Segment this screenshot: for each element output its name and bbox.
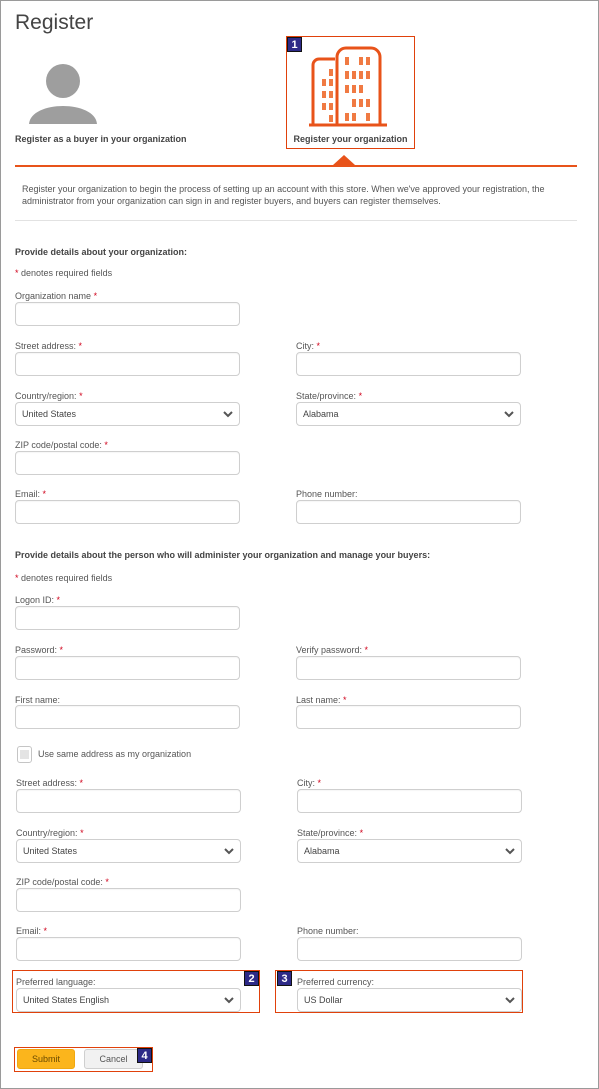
divider	[15, 220, 577, 221]
register-buyer-label: Register as a buyer in your organization	[15, 134, 187, 144]
admin-city-label: City: *	[297, 778, 322, 788]
password-label: Password: *	[15, 645, 64, 655]
admin-city-input[interactable]	[297, 789, 522, 813]
register-organization-option[interactable]: Register your organization	[286, 36, 415, 149]
selected-tab-pointer	[333, 155, 355, 165]
org-zip-input[interactable]	[15, 451, 240, 475]
org-phone-label: Phone number:	[296, 489, 358, 499]
currency-select[interactable]: US Dollar	[297, 988, 522, 1012]
org-phone-input[interactable]	[296, 500, 521, 524]
org-country-value: United States	[22, 409, 77, 419]
admin-country-label: Country/region: *	[16, 828, 84, 838]
logon-id-input[interactable]	[15, 606, 240, 630]
first-name-label: First name:	[15, 695, 61, 705]
chevron-down-icon	[505, 997, 515, 1004]
logon-id-label: Logon ID: *	[15, 595, 61, 605]
org-city-label: City: *	[296, 341, 321, 351]
chevron-down-icon	[505, 848, 515, 855]
org-country-label: Country/region: *	[15, 391, 83, 401]
org-city-input[interactable]	[296, 352, 521, 376]
admin-email-input[interactable]	[16, 937, 241, 961]
first-name-input[interactable]	[15, 705, 240, 729]
password-input[interactable]	[15, 656, 240, 680]
required-note-text: denotes required fields	[21, 268, 113, 278]
admin-country-value: United States	[23, 846, 78, 856]
callout-1: 1	[287, 37, 302, 52]
chevron-down-icon	[224, 997, 234, 1004]
chevron-down-icon	[223, 411, 233, 418]
admin-zip-input[interactable]	[16, 888, 241, 912]
verify-password-input[interactable]	[296, 656, 521, 680]
admin-zip-label: ZIP code/postal code: *	[16, 877, 109, 887]
submit-button[interactable]: Submit	[17, 1049, 75, 1069]
page-title: Register	[15, 11, 94, 34]
required-fields-note: * denotes required fields	[15, 268, 112, 278]
verify-password-label: Verify password: *	[296, 645, 369, 655]
org-email-input[interactable]	[15, 500, 240, 524]
callout-4: 4	[137, 1048, 152, 1063]
intro-text: Register your organization to begin the …	[22, 184, 545, 206]
organization-section-heading: Provide details about your organization:	[15, 247, 188, 257]
chevron-down-icon	[224, 848, 234, 855]
cancel-button[interactable]: Cancel	[84, 1049, 143, 1069]
admin-street-label: Street address: *	[16, 778, 84, 788]
org-state-value: Alabama	[303, 409, 339, 419]
language-label: Preferred language:	[16, 977, 96, 987]
org-name-label: Organization name *	[15, 291, 98, 301]
admin-email-label: Email: *	[16, 926, 48, 936]
last-name-label: Last name: *	[296, 695, 347, 705]
admin-phone-label: Phone number:	[297, 926, 359, 936]
org-state-label: State/province: *	[296, 391, 363, 401]
currency-label: Preferred currency:	[297, 977, 375, 987]
tab-underline	[15, 165, 577, 167]
last-name-input[interactable]	[296, 705, 521, 729]
org-zip-label: ZIP code/postal code: *	[15, 440, 108, 450]
person-icon	[29, 64, 97, 124]
callout-3: 3	[277, 971, 292, 986]
admin-street-input[interactable]	[16, 789, 241, 813]
admin-state-label: State/province: *	[297, 828, 364, 838]
admin-phone-input[interactable]	[297, 937, 522, 961]
required-marker: *	[15, 268, 19, 278]
org-street-label: Street address: *	[15, 341, 83, 351]
org-email-label: Email: *	[15, 489, 47, 499]
same-address-checkbox[interactable]	[17, 746, 32, 763]
admin-section-heading: Provide details about the person who wil…	[15, 550, 431, 560]
org-street-input[interactable]	[15, 352, 240, 376]
register-organization-label: Register your organization	[293, 134, 408, 144]
required-marker: *	[15, 573, 19, 583]
required-fields-note: * denotes required fields	[15, 573, 112, 583]
currency-value: US Dollar	[304, 995, 343, 1005]
admin-country-select[interactable]: United States	[16, 839, 241, 863]
org-country-select[interactable]: United States	[15, 402, 240, 426]
chevron-down-icon	[504, 411, 514, 418]
org-name-input[interactable]	[15, 302, 240, 326]
org-state-select[interactable]: Alabama	[296, 402, 521, 426]
language-value: United States English	[23, 995, 110, 1005]
admin-state-select[interactable]: Alabama	[297, 839, 522, 863]
same-address-label: Use same address as my organization	[38, 749, 192, 759]
language-select[interactable]: United States English	[16, 988, 241, 1012]
building-icon	[309, 46, 387, 127]
required-note-text: denotes required fields	[21, 573, 113, 583]
admin-state-value: Alabama	[304, 846, 340, 856]
